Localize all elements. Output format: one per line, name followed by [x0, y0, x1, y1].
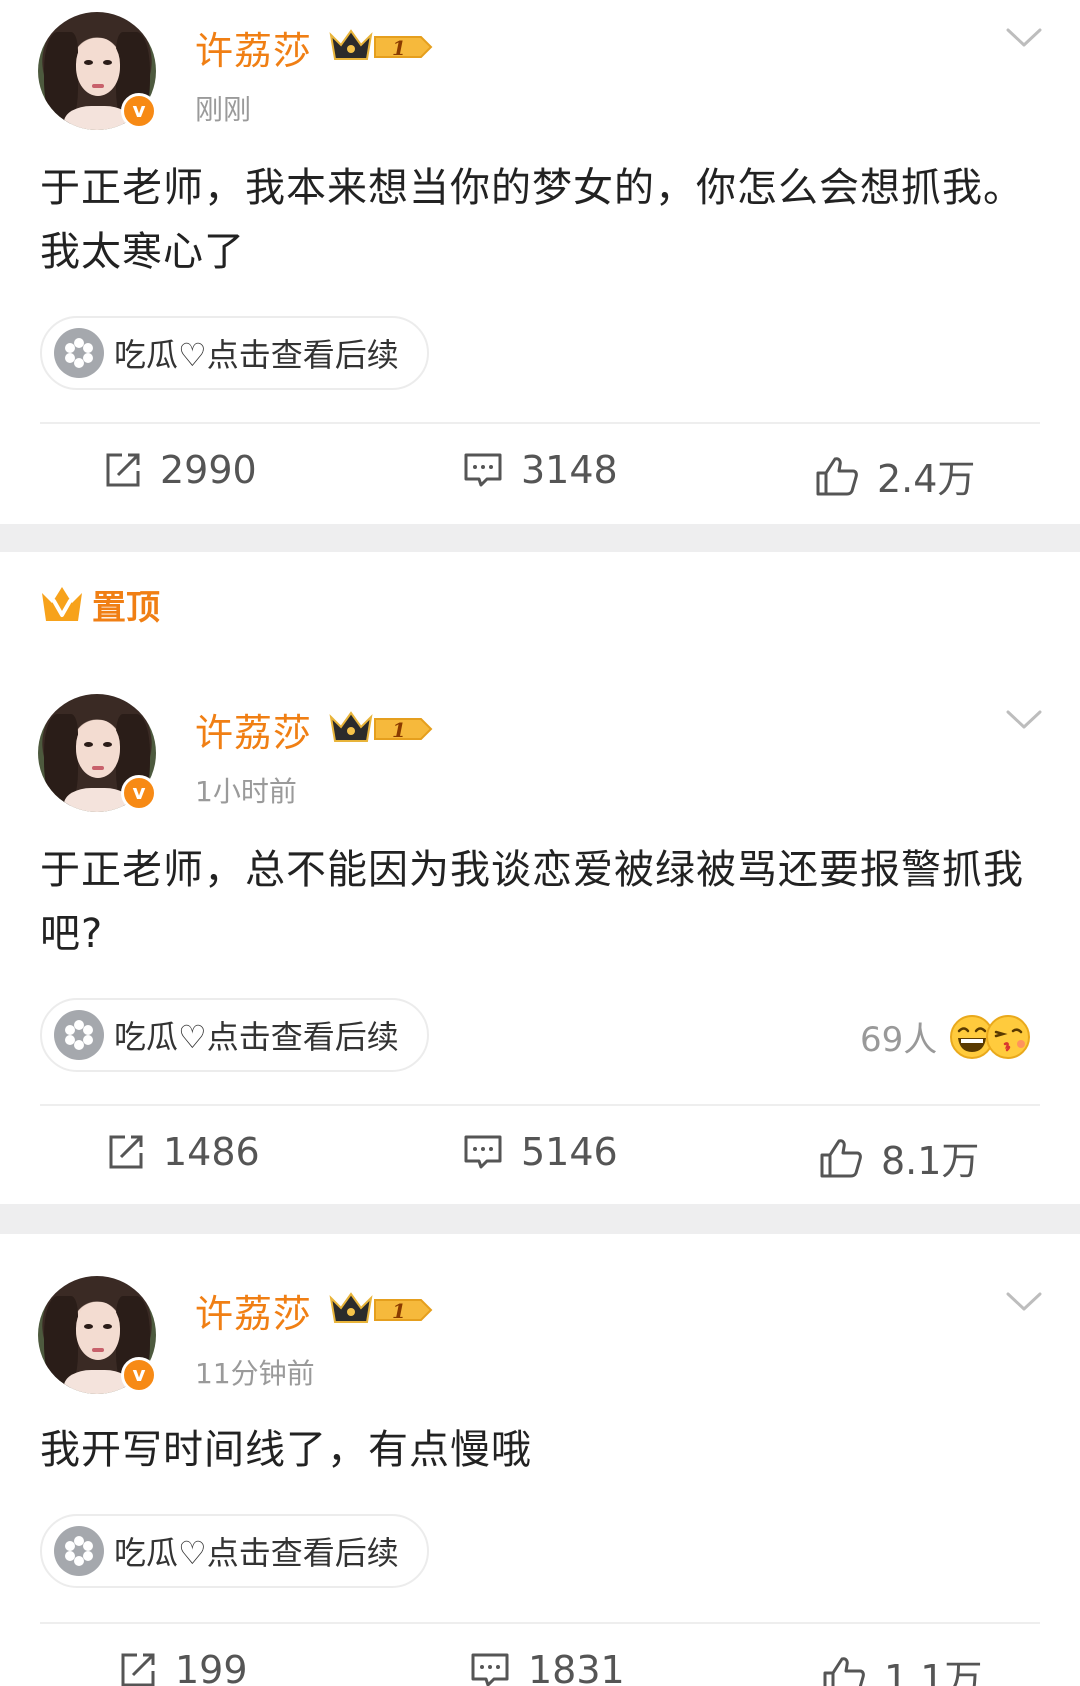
topic-pill-button[interactable]: 吃瓜♡点击查看后续	[40, 316, 429, 390]
repost-icon	[109, 1135, 143, 1169]
vip-crown-icon: 1	[329, 1292, 433, 1323]
post-content[interactable]: 于正老师，我本来想当你的梦女的，你怎么会想抓我。我太寒心了	[40, 156, 1040, 284]
flower-icon	[54, 1526, 104, 1576]
timestamp: 11分钟前	[195, 1357, 315, 1390]
like-button[interactable]: 2.4万	[815, 448, 975, 503]
comment-icon	[464, 1135, 502, 1169]
verified-badge-icon: v	[121, 93, 157, 129]
chevron-down-icon[interactable]	[1005, 26, 1043, 50]
topic-pill-button[interactable]: 吃瓜♡点击查看后续	[40, 1514, 429, 1588]
topic-pill-button[interactable]: 吃瓜♡点击查看后续	[40, 998, 429, 1072]
pill-label: 吃瓜♡点击查看后续	[114, 1534, 399, 1572]
comment-button[interactable]: 1831	[470, 1648, 625, 1686]
post-content[interactable]: 于正老师，总不能因为我谈恋爱被绿被骂还要报警抓我吧?	[40, 838, 1040, 966]
flower-icon	[54, 328, 104, 378]
repost-button[interactable]: 2990	[104, 448, 257, 492]
repost-icon	[106, 453, 140, 487]
svg-text:1: 1	[392, 718, 406, 742]
repost-icon	[121, 1653, 155, 1686]
like-count: 1.1万	[884, 1657, 983, 1686]
username[interactable]: 许荔莎	[195, 20, 312, 75]
repost-count: 1486	[163, 1130, 260, 1174]
thumbs-up-icon	[823, 1656, 865, 1686]
comment-count: 3148	[521, 448, 618, 492]
feed-separator	[0, 1204, 1080, 1234]
verified-badge-icon: v	[121, 775, 157, 811]
repost-button[interactable]: 199	[119, 1648, 248, 1686]
pill-label: 吃瓜♡点击查看后续	[114, 336, 399, 374]
comment-count: 1831	[528, 1648, 625, 1686]
chevron-down-icon[interactable]	[1005, 708, 1043, 732]
repost-button[interactable]: 1486	[107, 1130, 260, 1174]
pinned-text: 置顶	[92, 588, 160, 628]
post-content[interactable]: 我开写时间线了，有点慢哦	[40, 1418, 1040, 1482]
pinned-label: 置顶	[40, 580, 160, 629]
comment-icon	[464, 453, 502, 487]
vip-crown-icon: 1	[329, 711, 433, 742]
verified-badge-icon: v	[121, 1357, 157, 1393]
reaction-summary[interactable]: 69人	[860, 1012, 1031, 1061]
svg-text:1: 1	[392, 1299, 406, 1323]
like-button[interactable]: 1.1万	[822, 1648, 982, 1686]
timestamp: 刚刚	[195, 93, 252, 126]
like-count: 2.4万	[877, 457, 976, 501]
reaction-count: 69人	[860, 1020, 938, 1060]
thumbs-up-icon	[820, 1138, 862, 1177]
crown-v-icon	[42, 586, 82, 621]
username[interactable]: 许荔莎	[195, 702, 312, 757]
comment-button[interactable]: 5146	[463, 1130, 618, 1174]
comment-button[interactable]: 3148	[463, 448, 618, 492]
comment-count: 5146	[521, 1130, 618, 1174]
like-count: 8.1万	[881, 1139, 980, 1183]
repost-count: 199	[175, 1648, 248, 1686]
repost-count: 2990	[160, 448, 257, 492]
chevron-down-icon[interactable]	[1005, 1290, 1043, 1314]
kiss-emoji-icon	[986, 1014, 1031, 1059]
divider	[40, 1622, 1040, 1624]
like-button[interactable]: 8.1万	[819, 1130, 979, 1185]
vip-crown-icon: 1	[329, 29, 433, 60]
divider	[40, 1104, 1040, 1106]
username[interactable]: 许荔莎	[195, 1283, 312, 1338]
pill-label: 吃瓜♡点击查看后续	[114, 1018, 399, 1056]
timestamp: 1小时前	[195, 775, 297, 808]
post-1: v 许荔莎 1 刚刚 于正老师，我本来想当你的梦女的，你怎么会想抓我。我太寒心了…	[0, 0, 1080, 524]
thumbs-up-icon	[816, 456, 858, 495]
feed-separator	[0, 524, 1080, 552]
svg-text:1: 1	[392, 36, 406, 60]
flower-icon	[54, 1010, 104, 1060]
comment-icon	[471, 1653, 509, 1686]
divider	[40, 422, 1040, 424]
